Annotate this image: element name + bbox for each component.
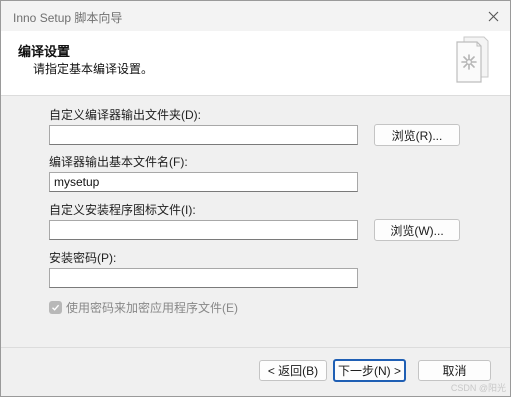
base-filename-label: 编译器输出基本文件名(F): [49, 155, 188, 169]
cancel-button[interactable]: 取消 [418, 360, 491, 381]
document-gear-icon [456, 36, 489, 83]
setup-icon-input[interactable] [49, 220, 358, 240]
output-folder-input[interactable] [49, 125, 358, 145]
setup-icon-label: 自定义安装程序图标文件(I): [49, 203, 196, 217]
back-button[interactable]: < 返回(B) [259, 360, 327, 381]
setup-wizard-window: Inno Setup 脚本向导 编译设置 请指定基本编译设置。 自定义编译器输出… [0, 0, 511, 397]
base-filename-input[interactable] [49, 172, 358, 192]
title-bar: Inno Setup 脚本向导 [1, 1, 510, 31]
window-title: Inno Setup 脚本向导 [13, 11, 123, 25]
browse-output-folder-button[interactable]: 浏览(R)... [374, 124, 460, 146]
encrypt-checkbox-row[interactable]: 使用密码来加密应用程序文件(E) [49, 299, 238, 316]
wizard-content: 自定义编译器输出文件夹(D): 浏览(R)... 编译器输出基本文件名(F): … [1, 96, 510, 347]
encrypt-checkbox-label: 使用密码来加密应用程序文件(E) [66, 301, 238, 315]
encrypt-checkbox[interactable] [49, 301, 62, 314]
close-button[interactable] [482, 5, 504, 27]
checkmark-icon [52, 304, 60, 311]
page-subtitle: 请指定基本编译设置。 [33, 62, 154, 76]
browse-setup-icon-button[interactable]: 浏览(W)... [374, 219, 460, 241]
wizard-footer: < 返回(B) 下一步(N) > 取消 CSDN @阳光 [1, 347, 510, 396]
close-icon [488, 11, 498, 21]
watermark: CSDN @阳光 [450, 383, 506, 393]
wizard-header: 编译设置 请指定基本编译设置。 [1, 31, 510, 96]
password-input[interactable] [49, 268, 358, 288]
next-button[interactable]: 下一步(N) > [333, 359, 406, 382]
output-folder-label: 自定义编译器输出文件夹(D): [49, 108, 201, 122]
page-title: 编译设置 [18, 44, 71, 59]
password-label: 安装密码(P): [49, 251, 117, 265]
